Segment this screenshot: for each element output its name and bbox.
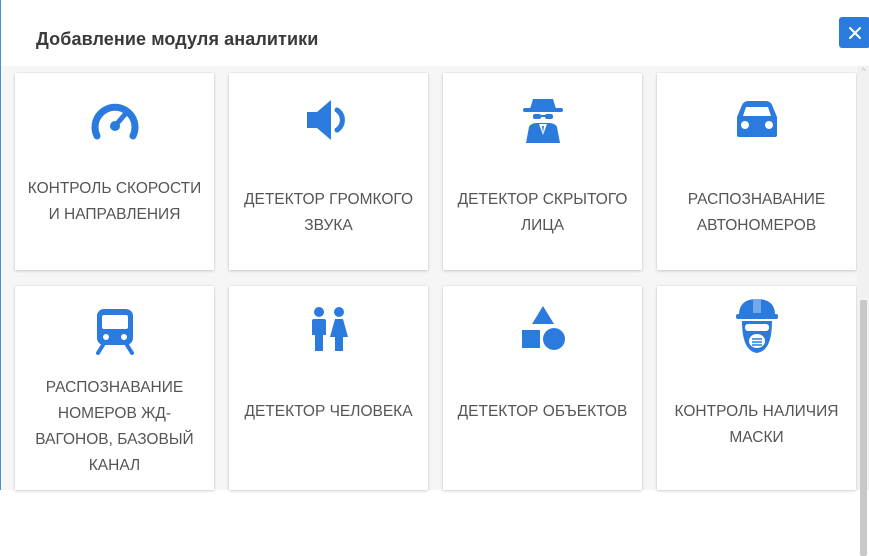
close-button[interactable] [839, 17, 869, 48]
dialog-header: Добавление модуля аналитики [1, 0, 869, 66]
tile-license-plate-recognition[interactable]: Распознавание автономеров [657, 73, 856, 270]
hardhat-mask-icon [727, 296, 787, 356]
tile-label: Детектор человека [244, 403, 413, 420]
tile-mask-presence-control[interactable]: Контроль наличия маски [657, 286, 856, 490]
tile-label: Контроль скорости и направления [27, 180, 202, 223]
module-grid: Контроль скорости и направления Детектор… [15, 73, 857, 490]
tile-label: Распознавание номеров жд-вагонов, базовы… [35, 379, 194, 474]
tile-label: Детектор объектов [457, 403, 628, 420]
scroll-up-arrow-icon[interactable]: ^ [859, 66, 868, 76]
tile-label: Детектор громкого звука [244, 191, 413, 234]
tile-label: Детектор скрытого лица [457, 191, 628, 234]
tile-label: Распознавание автономеров [687, 191, 826, 234]
volume-icon [299, 90, 359, 150]
scrollbar-thumb[interactable] [860, 300, 867, 556]
tile-hidden-face-detector[interactable]: Детектор скрытого лица [443, 73, 642, 270]
user-secret-icon [513, 90, 573, 150]
analytics-module-dialog: Добавление модуля аналитики Контроль ско… [0, 0, 869, 556]
train-icon [85, 300, 145, 360]
close-icon [848, 26, 861, 39]
tile-person-detector[interactable]: Детектор человека [229, 286, 428, 490]
dialog-title: Добавление модуля аналитики [36, 29, 319, 49]
tile-loud-sound-detector[interactable]: Детектор громкого звука [229, 73, 428, 270]
speedometer-icon [85, 92, 145, 152]
shapes-icon [513, 300, 573, 360]
tile-object-detector[interactable]: Детектор объектов [443, 286, 642, 490]
vertical-scrollbar[interactable]: ^ [857, 66, 869, 556]
tile-label: Контроль наличия маски [674, 403, 839, 446]
people-icon [299, 300, 359, 360]
tile-speed-direction-control[interactable]: Контроль скорости и направления [15, 73, 214, 270]
tile-railcar-number-recognition[interactable]: Распознавание номеров жд-вагонов, базовы… [15, 286, 214, 490]
car-icon [727, 90, 787, 150]
